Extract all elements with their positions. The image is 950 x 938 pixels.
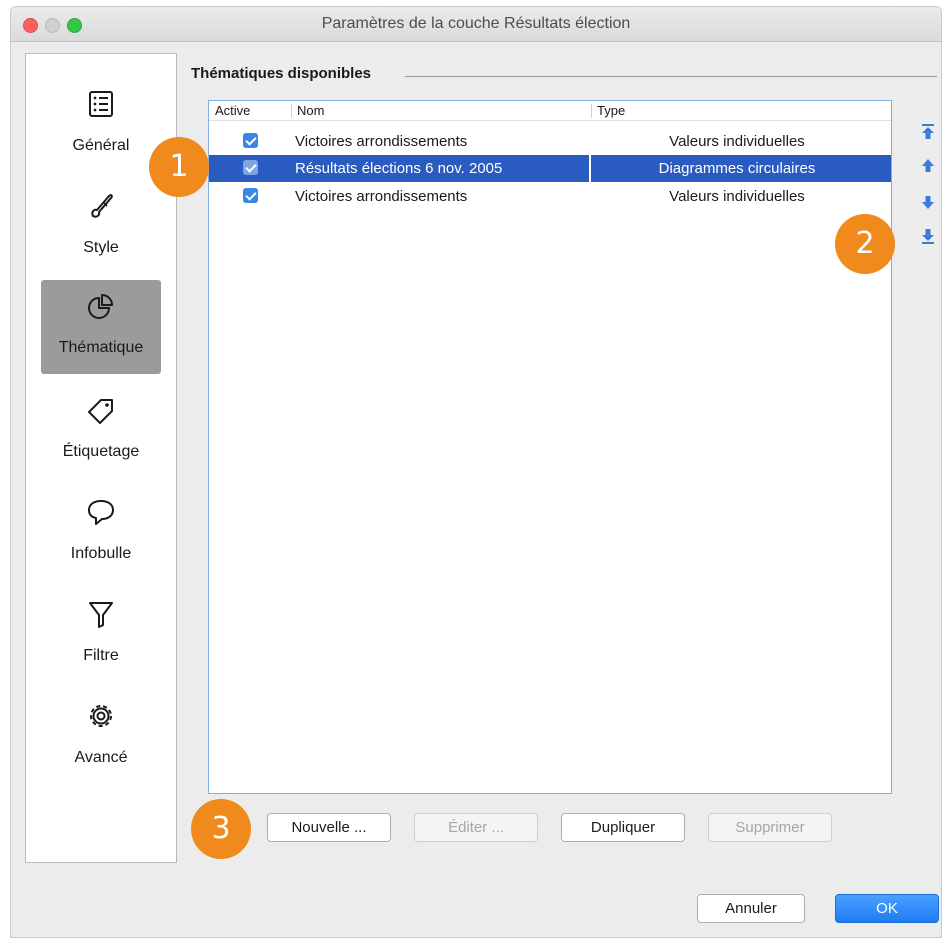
move-up-icon[interactable] [919,157,937,175]
section-divider [405,76,937,77]
sidebar-item-avance[interactable]: Avancé [26,690,176,784]
row-name: Victoires arrondissements [295,188,468,205]
speech-bubble-icon [88,500,114,525]
active-checkbox[interactable] [243,188,258,203]
active-checkbox[interactable] [243,133,258,148]
cancel-button[interactable]: Annuler [697,894,805,923]
funnel-icon [89,602,113,628]
brush-icon [91,194,113,218]
row-name: Victoires arrondissements [295,133,468,150]
sidebar-item-infobulle[interactable]: Infobulle [26,486,176,580]
sidebar-item-label: Étiquetage [62,443,140,460]
section-title: Thématiques disponibles [191,65,372,82]
column-header-nom[interactable]: Nom [297,103,324,118]
sidebar-item-label: Thématique [58,339,144,356]
themes-table[interactable]: Active Nom Type Victoires arrondissement… [208,100,892,794]
gear-icon [90,705,112,727]
move-down-icon[interactable] [919,193,937,211]
pie-chart-icon [88,294,113,319]
table-row[interactable]: Victoires arrondissements Valeurs indivi… [209,128,891,155]
column-separator [291,104,292,118]
sidebar-item-label: Filtre [83,647,119,664]
column-separator [591,104,592,118]
settings-window: Paramètres de la couche Résultats électi… [10,6,942,938]
column-header-active[interactable]: Active [215,103,250,118]
active-checkbox[interactable] [243,160,258,175]
callout-badge-2: 2 [835,214,895,274]
edit-theme-button[interactable]: Éditer ... [414,813,538,842]
table-row[interactable]: Victoires arrondissements Valeurs indivi… [209,183,891,210]
sidebar-item-label: Infobulle [70,545,132,562]
table-row-selected[interactable]: Résultats élections 6 nov. 2005 Diagramm… [209,155,891,182]
callout-badge-3: 3 [191,799,251,859]
row-type: Diagrammes circulaires [658,160,816,177]
move-to-top-icon[interactable] [919,123,937,141]
sidebar-item-thematique[interactable]: Thématique [41,280,161,374]
list-icon [89,91,113,117]
callout-badge-1: 1 [149,137,209,197]
sidebar-item-label: Style [83,239,119,256]
table-header: Active Nom Type [209,101,891,121]
sidebar-item-filtre[interactable]: Filtre [26,588,176,682]
delete-theme-button[interactable]: Supprimer [708,813,832,842]
sidebar-item-style[interactable]: Style [26,180,176,274]
duplicate-theme-button[interactable]: Dupliquer [561,813,685,842]
new-theme-button[interactable]: Nouvelle ... [267,813,391,842]
ok-button[interactable]: OK [835,894,939,923]
sidebar-item-etiquetage[interactable]: Étiquetage [26,384,176,478]
row-type: Valeurs individuelles [669,188,805,205]
sidebar-item-label: Avancé [74,749,128,766]
window-title: Paramètres de la couche Résultats électi… [321,15,631,32]
row-name: Résultats élections 6 nov. 2005 [295,160,503,177]
move-to-bottom-icon[interactable] [919,227,937,245]
row-type: Valeurs individuelles [669,133,805,150]
tag-icon [88,399,113,424]
title-bar: Paramètres de la couche Résultats électi… [11,7,941,42]
column-header-type[interactable]: Type [597,103,625,118]
